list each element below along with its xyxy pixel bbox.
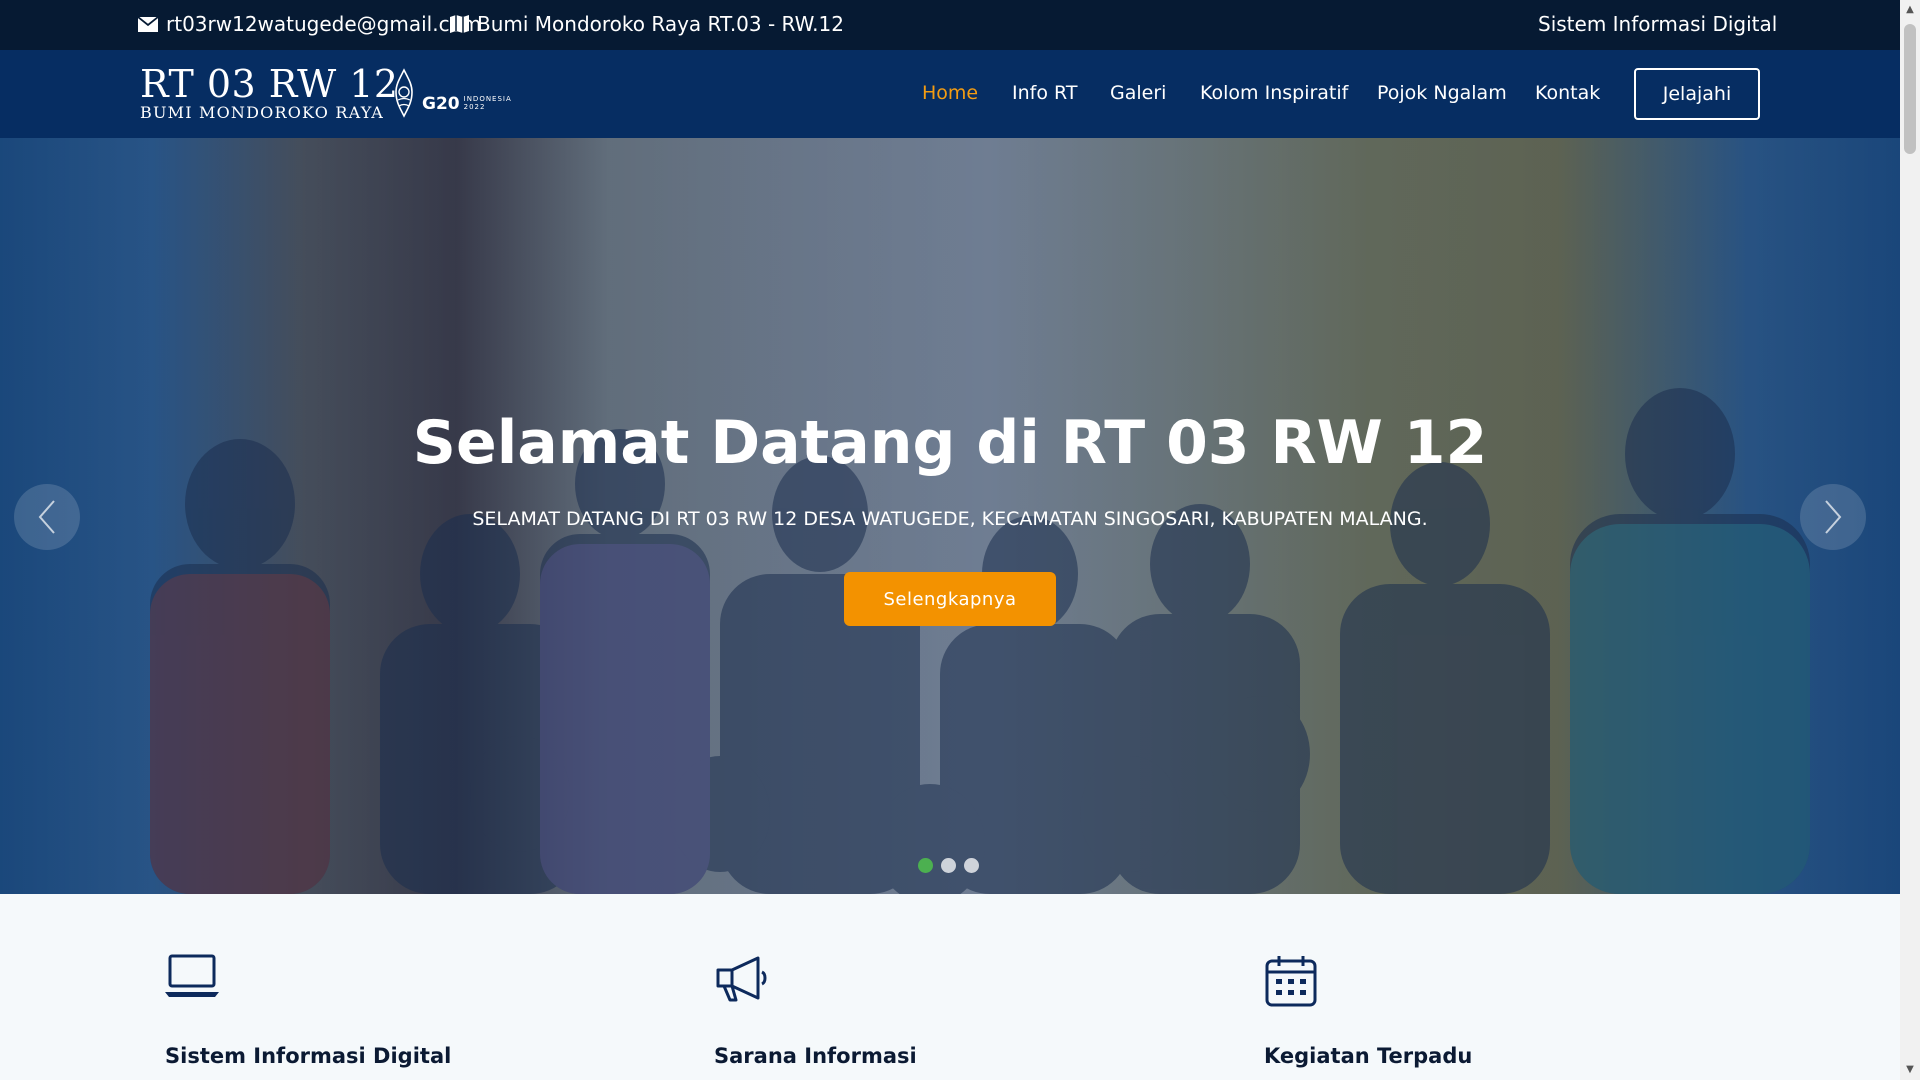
main-header: RT 03 RW 12 Bumi Mondoroko Raya G20 INDO…: [0, 50, 1900, 138]
carousel-indicators: [918, 858, 979, 873]
calendar-icon: [1265, 956, 1317, 1007]
g20-year: 2022: [463, 103, 486, 111]
feature-card-sistem-informasi: Sistem Informasi Digital: [165, 954, 451, 1068]
g20-emblem-icon: [395, 68, 413, 118]
site-logo[interactable]: RT 03 RW 12 Bumi Mondoroko Raya: [140, 64, 399, 122]
g20-logo: G20 INDONESIA 2022: [390, 68, 512, 118]
hero-subtitle: SELAMAT DATANG DI RT 03 RW 12 DESA WATUG…: [472, 508, 1428, 530]
envelope-icon: [138, 16, 158, 32]
hero-carousel: Selamat Datang di RT 03 RW 12 SELAMAT DA…: [0, 138, 1900, 894]
feature-title: Sistem Informasi Digital: [165, 1044, 452, 1068]
jelajahi-button[interactable]: Jelajahi: [1634, 68, 1760, 120]
feature-title: Sarana Informasi: [714, 1044, 917, 1068]
nav-kolom-inspiratif[interactable]: Kolom Inspiratif: [1200, 82, 1348, 104]
feature-card-sarana-informasi: Sarana Informasi: [714, 954, 917, 1068]
scrollbar-thumb[interactable]: [1904, 24, 1916, 154]
g20-subtext: INDONESIA 2022: [464, 95, 512, 111]
feature-title: Kegiatan Terpadu: [1264, 1044, 1473, 1068]
nav-pojok-ngalam[interactable]: Pojok Ngalam: [1377, 82, 1507, 104]
feature-card-kegiatan-terpadu: Kegiatan Terpadu: [1264, 954, 1472, 1068]
g20-country: INDONESIA: [463, 95, 512, 103]
g20-text: G20: [422, 94, 460, 114]
hero-title: Selamat Datang di RT 03 RW 12: [412, 408, 1488, 478]
features-section: Sistem Informasi Digital Sarana Informas…: [0, 894, 1900, 1080]
scroll-down-arrow-icon[interactable]: ▼: [1904, 1064, 1916, 1076]
nav-galeri[interactable]: Galeri: [1110, 82, 1166, 104]
address-contact: Bumi Mondoroko Raya RT.03 - RW.12: [450, 12, 844, 36]
address-text: Bumi Mondoroko Raya RT.03 - RW.12: [477, 12, 844, 36]
laptop-icon: [165, 954, 219, 997]
email-text: rt03rw12watugede@gmail.com: [166, 12, 482, 36]
nav-home[interactable]: Home: [922, 82, 978, 104]
scroll-up-arrow-icon[interactable]: ▲: [1904, 4, 1916, 16]
map-icon: [450, 15, 469, 33]
logo-subtitle: Bumi Mondoroko Raya: [140, 103, 384, 122]
top-bar: rt03rw12watugede@gmail.com Bumi Mondorok…: [0, 0, 1900, 50]
nav-info-rt[interactable]: Info RT: [1012, 82, 1077, 104]
logo-title: RT 03 RW 12: [140, 62, 399, 106]
carousel-dot-1[interactable]: [918, 858, 933, 873]
nav-kontak[interactable]: Kontak: [1535, 82, 1600, 104]
email-contact[interactable]: rt03rw12watugede@gmail.com: [138, 12, 481, 36]
carousel-dot-3[interactable]: [964, 858, 979, 873]
selengkapnya-button[interactable]: Selengkapnya: [844, 572, 1056, 626]
page-scrollbar[interactable]: ▲ ▼: [1900, 0, 1920, 1080]
topbar-right-text: Sistem Informasi Digital: [1538, 12, 1777, 36]
carousel-dot-2[interactable]: [941, 858, 956, 873]
site-tagline: Sistem Informasi Digital: [1538, 12, 1778, 36]
megaphone-icon: [716, 956, 767, 1002]
